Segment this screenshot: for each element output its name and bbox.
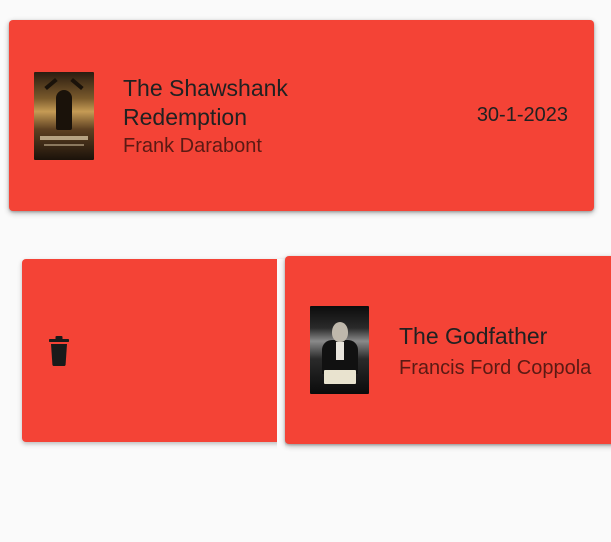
delete-swipe-background[interactable]	[22, 259, 285, 442]
movie-title: The Shawshank Redemption	[123, 74, 288, 132]
movie-poster	[34, 72, 94, 160]
movie-title-line-1: The Shawshank	[123, 75, 288, 101]
trash-icon[interactable]	[48, 336, 70, 366]
swipe-gap	[277, 259, 285, 453]
movie-director: Francis Ford Coppola	[399, 357, 592, 379]
movie-card[interactable]: The Shawshank Redemption Frank Darabont …	[9, 20, 594, 211]
movie-title-line-2: Redemption	[123, 104, 248, 130]
movie-card[interactable]: The Godfather Francis Ford Coppola	[285, 256, 611, 444]
movie-director: Frank Darabont	[123, 135, 262, 157]
movie-list: The Shawshank Redemption Frank Darabont …	[0, 0, 611, 542]
movie-poster	[310, 306, 369, 394]
movie-date: 30-1-2023	[476, 104, 568, 126]
movie-title: The Godfather	[399, 323, 548, 349]
